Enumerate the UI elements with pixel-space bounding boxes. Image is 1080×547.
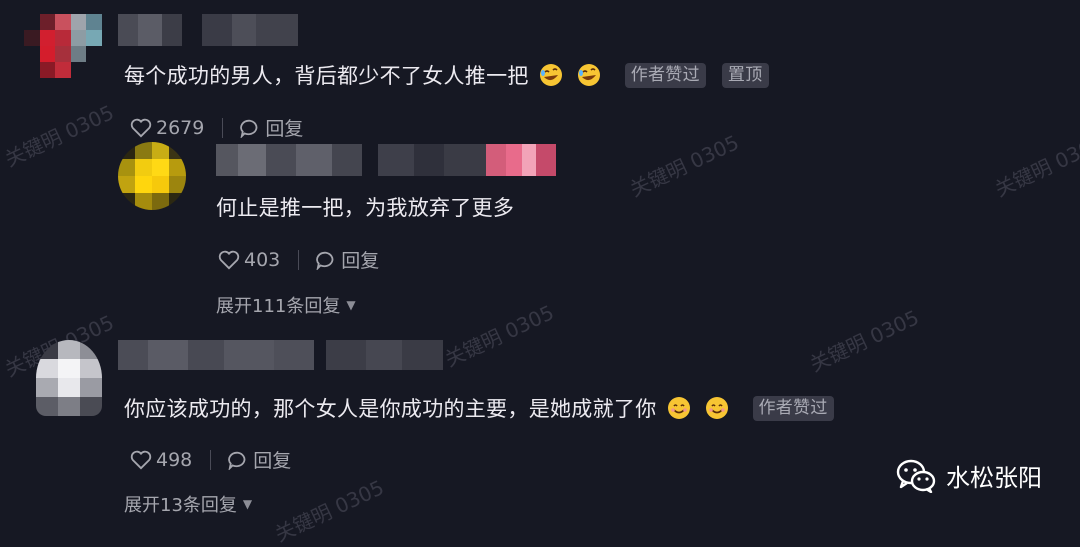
comment-text: 何止是推一把，为我放弃了更多 xyxy=(216,196,515,220)
avatar[interactable] xyxy=(24,14,102,78)
divider xyxy=(210,449,212,470)
expand-replies-button[interactable]: 展开111条回复 ▼ xyxy=(216,292,356,318)
caret-down-icon: ▼ xyxy=(242,497,253,511)
reply-button[interactable]: 回复 xyxy=(253,446,291,473)
watermark-text: 关键明 0305 xyxy=(441,300,558,372)
avatar[interactable] xyxy=(36,340,102,416)
avatar[interactable] xyxy=(118,142,186,210)
divider xyxy=(298,249,300,270)
expand-replies-button[interactable]: 展开13条回复 ▼ xyxy=(124,491,252,517)
like-count: 2679 xyxy=(156,116,205,139)
brand-name: 水松张阳 xyxy=(946,464,1042,492)
reply-button[interactable]: 回复 xyxy=(341,246,379,273)
watermark-text: 关键明 0305 xyxy=(991,130,1080,202)
reply-button[interactable]: 回复 xyxy=(265,114,303,141)
username-blurred[interactable] xyxy=(118,14,298,46)
author-liked-tag: 作者赞过 xyxy=(752,395,834,421)
reply-bubble-icon[interactable] xyxy=(315,250,337,270)
username-blurred[interactable] xyxy=(216,144,556,176)
pinned-tag: 置顶 xyxy=(721,62,769,88)
heart-icon[interactable] xyxy=(130,450,152,470)
watermark-text: 关键明 0305 xyxy=(271,475,388,547)
smiling-emoji-icon xyxy=(705,397,728,419)
wechat-icon xyxy=(896,459,936,493)
watermark-text: 关键明 0305 xyxy=(806,305,923,377)
comment-actions: 2679 回复 xyxy=(130,114,303,141)
author-liked-tag: 作者赞过 xyxy=(624,62,706,88)
comment-actions: 498 回复 xyxy=(130,446,291,473)
rolling-laughing-emoji-icon xyxy=(577,64,600,86)
username-blurred[interactable] xyxy=(118,340,443,370)
heart-icon[interactable] xyxy=(218,250,240,270)
divider xyxy=(222,117,224,138)
reply-bubble-icon[interactable] xyxy=(227,450,249,470)
smiling-emoji-icon xyxy=(667,397,690,419)
watermark-text: 关键明 0305 xyxy=(626,130,743,202)
watermark-text: 关键明 0305 xyxy=(1,100,118,172)
reply-bubble-icon[interactable] xyxy=(239,118,261,138)
heart-icon[interactable] xyxy=(130,118,152,138)
like-count: 403 xyxy=(244,248,281,271)
rolling-laughing-emoji-icon xyxy=(539,64,562,86)
caret-down-icon: ▼ xyxy=(346,298,356,312)
like-count: 498 xyxy=(156,448,193,471)
comment-text: 你应该成功的，那个女人是你成功的主要，是她成就了你 作者赞过 xyxy=(124,393,834,423)
comment-text: 每个成功的男人，背后都少不了女人推一把 作者赞过 置顶 xyxy=(124,60,769,90)
comment-actions: 403 回复 xyxy=(218,246,379,273)
brand-watermark: 水松张阳 xyxy=(896,458,1042,493)
